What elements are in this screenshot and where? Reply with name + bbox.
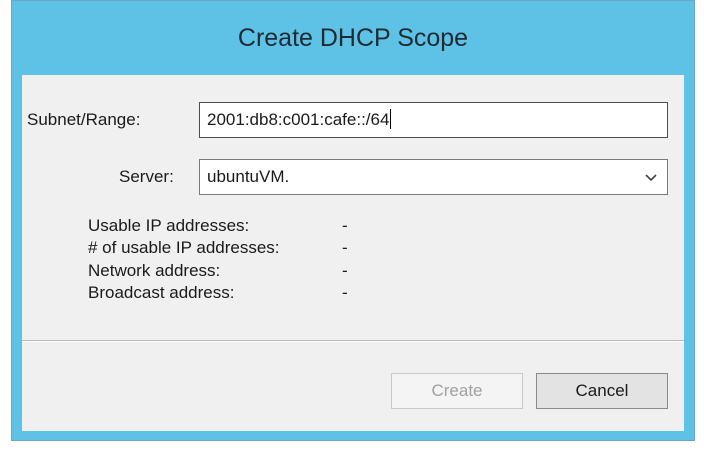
cancel-button[interactable]: Cancel (536, 373, 668, 409)
usable-ip-addresses-value: - (342, 216, 348, 235)
server-label: Server: (119, 167, 174, 186)
usable-ip-count-label: # of usable IP addresses: (88, 238, 280, 257)
text-cursor (390, 109, 392, 129)
dialog-body: Subnet/Range: 2001:db8:c001:cafe::/64 Se… (22, 75, 684, 431)
server-select[interactable]: ubuntuVM. (199, 159, 668, 195)
dialog-title: Create DHCP Scope (237, 24, 469, 52)
broadcast-address-value: - (342, 283, 348, 302)
network-address-value: - (342, 261, 348, 280)
subnet-range-value: 2001:db8:c001:cafe::/64 (207, 110, 390, 129)
chevron-down-icon[interactable] (643, 169, 659, 185)
server-selected-value: ubuntuVM. (207, 167, 290, 186)
subnet-range-input[interactable]: 2001:db8:c001:cafe::/64 (199, 102, 668, 138)
button-divider (22, 340, 684, 342)
broadcast-address-label: Broadcast address: (88, 283, 235, 302)
usable-ip-count-value: - (342, 238, 348, 257)
usable-ip-addresses-label: Usable IP addresses: (88, 216, 250, 235)
network-address-label: Network address: (88, 261, 221, 280)
create-dhcp-scope-dialog: Create DHCP Scope Subnet/Range: 2001:db8… (11, 0, 695, 441)
subnet-range-label: Subnet/Range: (27, 110, 141, 129)
create-button[interactable]: Create (391, 373, 523, 409)
